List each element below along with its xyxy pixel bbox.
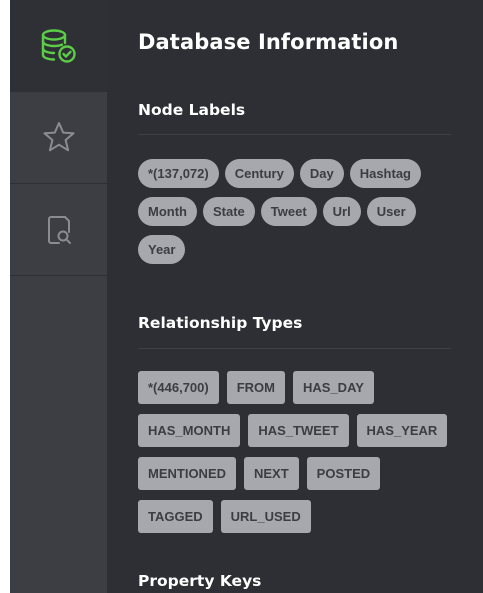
section-title-node-labels: Node Labels — [138, 101, 246, 119]
node-label-chip-year[interactable]: Year — [138, 235, 186, 264]
node-label-chip-user[interactable]: User — [366, 197, 416, 226]
relationship-type-chip-next[interactable]: NEXT — [244, 457, 299, 490]
node-label-chip-month[interactable]: Month — [138, 197, 197, 226]
rail-item-database-info[interactable] — [10, 0, 107, 92]
section-title-relationship-types: Relationship Types — [138, 314, 303, 332]
relationship-type-chip-mentioned[interactable]: MENTIONED — [138, 457, 236, 490]
node-label-chip-century[interactable]: Century — [224, 159, 294, 188]
node-label-chip-state[interactable]: State — [202, 197, 255, 226]
relationship-type-chip-has-year[interactable]: HAS_YEAR — [356, 414, 448, 447]
sidebar-rail — [10, 0, 107, 593]
database-info-panel: Database Information Node Labels *(137,0… — [107, 0, 483, 593]
section-title-property-keys: Property Keys — [138, 572, 262, 590]
rail-item-favorites[interactable] — [10, 92, 107, 184]
relationship-type-chip-has-day[interactable]: HAS_DAY — [293, 371, 374, 404]
relationship-type-chip-all[interactable]: *(446,700) — [138, 371, 219, 404]
app-frame: Database Information Node Labels *(137,0… — [10, 0, 483, 593]
relationship-types-list: *(446,700) FROM HAS_DAY HAS_MONTH HAS_TW… — [138, 371, 458, 543]
node-label-chip-url[interactable]: Url — [322, 197, 361, 226]
relationship-type-chip-tagged[interactable]: TAGGED — [138, 500, 213, 533]
database-check-icon — [41, 29, 76, 63]
node-labels-list: *(137,072) Century Day Hashtag Month Sta… — [138, 159, 458, 273]
section-divider — [138, 134, 451, 135]
relationship-type-chip-url-used[interactable]: URL_USED — [220, 500, 311, 533]
panel-title: Database Information — [138, 30, 399, 54]
node-label-chip-tweet[interactable]: Tweet — [260, 197, 317, 226]
document-search-icon — [47, 215, 71, 244]
node-label-chip-day[interactable]: Day — [299, 159, 344, 188]
rail-item-documents[interactable] — [10, 184, 107, 276]
relationship-type-chip-has-month[interactable]: HAS_MONTH — [138, 414, 241, 447]
relationship-type-chip-has-tweet[interactable]: HAS_TWEET — [248, 414, 349, 447]
node-label-chip-all[interactable]: *(137,072) — [138, 159, 219, 188]
section-divider — [138, 348, 451, 349]
relationship-type-chip-posted[interactable]: POSTED — [306, 457, 381, 490]
node-label-chip-hashtag[interactable]: Hashtag — [349, 159, 421, 188]
relationship-type-chip-from[interactable]: FROM — [226, 371, 285, 404]
star-icon — [43, 121, 74, 151]
